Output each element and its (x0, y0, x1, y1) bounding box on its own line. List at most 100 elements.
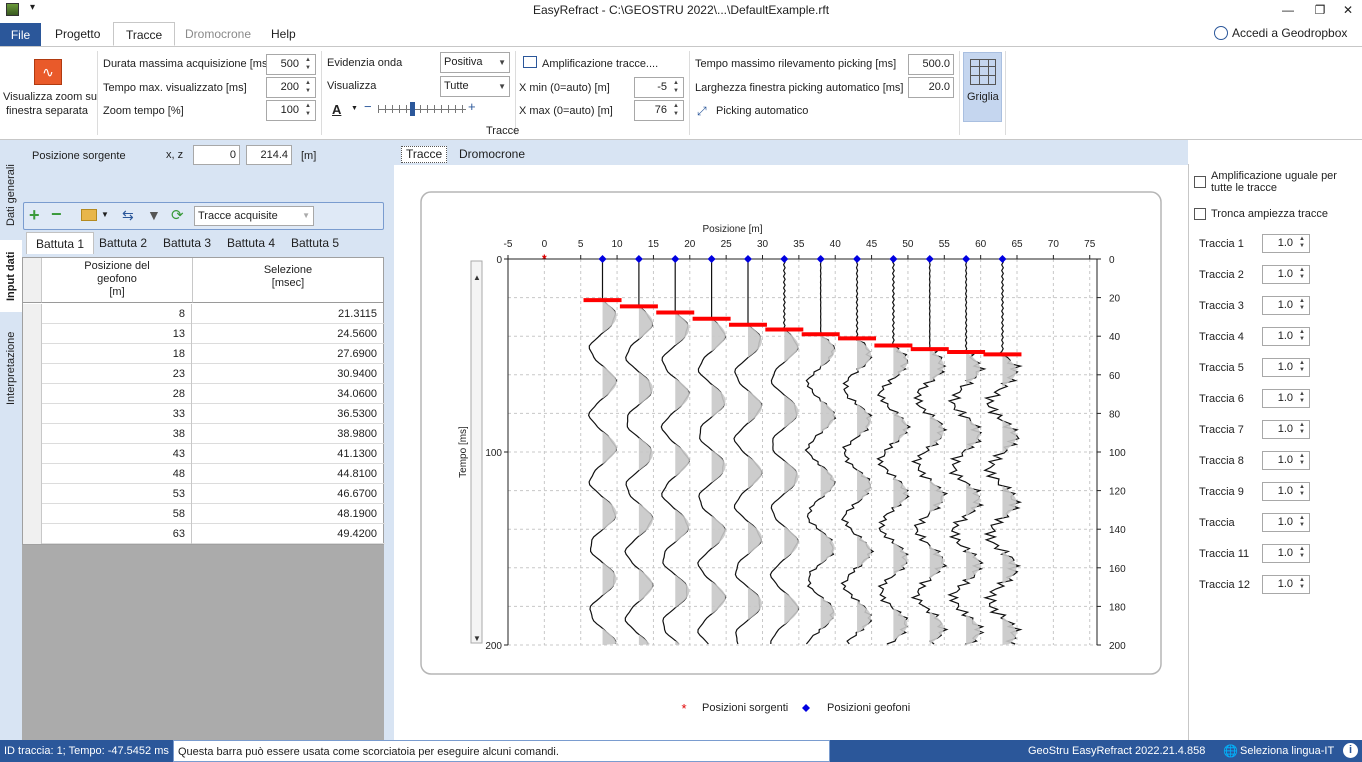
amplification-icon[interactable] (523, 56, 537, 68)
trace-amplification-input[interactable]: 1.0 ▲ ▼ (1262, 234, 1310, 253)
spin-arrows-icon[interactable]: ▲ ▼ (302, 102, 314, 119)
tab-tracce-plot[interactable]: Tracce (401, 146, 448, 163)
cell-selezione[interactable]: 38.9800 (193, 424, 383, 444)
tab-battuta-1[interactable]: Battuta 1 (26, 232, 95, 254)
row-header[interactable] (23, 404, 42, 424)
tab-battuta-4[interactable]: Battuta 4 (218, 232, 284, 254)
tab-battuta-5[interactable]: Battuta 5 (282, 232, 348, 254)
row-header[interactable] (23, 504, 42, 524)
cell-selezione[interactable]: 41.1300 (193, 444, 383, 464)
cell-selezione[interactable]: 24.5600 (193, 324, 383, 344)
tab-tracce[interactable]: Tracce (113, 22, 176, 46)
refresh-icon[interactable]: ⟳ (171, 206, 184, 224)
cell-posizione[interactable]: 58 (42, 504, 192, 524)
spin-arrows-icon[interactable]: ▲ ▼ (670, 102, 682, 119)
table-row[interactable]: 18 27.6900 (23, 344, 385, 364)
spin-arrows-icon[interactable]: ▲ ▼ (1296, 546, 1308, 561)
cell-posizione[interactable]: 33 (42, 404, 192, 424)
picking-icon[interactable]: ⤢ (697, 104, 707, 119)
vertical-scrollbar[interactable] (470, 260, 483, 644)
spin-arrows-icon[interactable]: ▲ ▼ (302, 79, 314, 96)
evidenzia-select[interactable]: Positiva ▼ (440, 52, 510, 73)
spin-arrows-icon[interactable]: ▲ ▼ (1296, 515, 1308, 530)
source-x-input[interactable]: 0 (193, 145, 240, 165)
row-header[interactable] (23, 384, 42, 404)
cell-posizione[interactable]: 48 (42, 464, 192, 484)
col-header-posizione[interactable]: Posizione del geofono [m] (42, 258, 193, 303)
col-header-selezione[interactable]: Selezione [msec] (193, 258, 383, 303)
scroll-up-icon[interactable]: ▲ (473, 273, 481, 282)
spin-arrows-icon[interactable]: ▲ ▼ (1296, 267, 1308, 282)
spin-arrows-icon[interactable]: ▲ ▼ (1296, 453, 1308, 468)
spin-arrows-icon[interactable]: ▲ ▼ (302, 56, 314, 73)
minimize-icon[interactable]: — (1270, 0, 1306, 20)
table-row[interactable]: 8 21.3115 (23, 304, 385, 324)
tab-input-dati[interactable]: Input dati (0, 240, 22, 312)
tab-interpretazione[interactable]: Interpretazione (0, 318, 22, 418)
trace-amplification-input[interactable]: 1.0 ▲ ▼ (1262, 265, 1310, 284)
tab-battuta-3[interactable]: Battuta 3 (154, 232, 220, 254)
close-icon[interactable]: ✕ (1330, 0, 1362, 20)
cell-selezione[interactable]: 36.5300 (193, 404, 383, 424)
cell-posizione[interactable]: 18 (42, 344, 192, 364)
cell-posizione[interactable]: 63 (42, 524, 192, 544)
cell-posizione[interactable]: 53 (42, 484, 192, 504)
folder-icon[interactable] (81, 209, 97, 221)
tempo-vis-input[interactable]: 200 ▲ ▼ (266, 77, 316, 98)
row-header[interactable] (23, 424, 42, 444)
cell-posizione[interactable]: 38 (42, 424, 192, 444)
info-icon[interactable]: i (1343, 743, 1358, 758)
trace-amplification-input[interactable]: 1.0 ▲ ▼ (1262, 327, 1310, 346)
cell-selezione[interactable]: 21.3115 (193, 304, 383, 324)
command-bar[interactable]: Questa barra può essere usata come scorc… (173, 740, 830, 762)
filter-icon[interactable]: ▼ (147, 207, 161, 223)
row-header[interactable] (23, 444, 42, 464)
cell-posizione[interactable]: 13 (42, 324, 192, 344)
cell-selezione[interactable]: 44.8100 (193, 464, 383, 484)
tab-battuta-2[interactable]: Battuta 2 (90, 232, 156, 254)
tab-dromocrone-plot[interactable]: Dromocrone (459, 147, 525, 161)
tab-dromocrone[interactable]: Dromocrone (173, 22, 263, 46)
tab-file[interactable]: File (0, 23, 41, 46)
cell-posizione[interactable]: 43 (42, 444, 192, 464)
spin-arrows-icon[interactable]: ▲ ▼ (1296, 391, 1308, 406)
language-select[interactable]: Seleziona lingua-IT (1240, 745, 1334, 757)
row-header[interactable] (23, 364, 42, 384)
add-icon[interactable]: + (29, 205, 40, 226)
remove-icon[interactable]: − (51, 204, 62, 225)
spin-arrows-icon[interactable]: ▲ ▼ (1296, 360, 1308, 375)
trace-amplification-input[interactable]: 1.0 ▲ ▼ (1262, 420, 1310, 439)
font-color-icon[interactable]: A (332, 102, 341, 117)
visualizza-select[interactable]: Tutte ▼ (440, 76, 510, 97)
tab-progetto[interactable]: Progetto (43, 22, 112, 46)
table-row[interactable]: 13 24.5600 (23, 324, 385, 344)
spin-arrows-icon[interactable]: ▲ ▼ (1296, 577, 1308, 592)
table-row[interactable]: 53 46.6700 (23, 484, 385, 504)
spin-arrows-icon[interactable]: ▲ ▼ (1296, 422, 1308, 437)
swap-icon[interactable]: ⇆ (122, 207, 134, 224)
row-header[interactable] (23, 464, 42, 484)
tronca-checkbox[interactable] (1194, 208, 1206, 220)
trace-amplification-input[interactable]: 1.0 ▲ ▼ (1262, 296, 1310, 315)
cell-selezione[interactable]: 49.4200 (193, 524, 383, 544)
spin-arrows-icon[interactable]: ▲ ▼ (670, 79, 682, 96)
spin-arrows-icon[interactable]: ▲ ▼ (1296, 329, 1308, 344)
login-link[interactable]: Accedi a Geodropbox (1214, 24, 1347, 42)
cell-posizione[interactable]: 8 (42, 304, 192, 324)
row-header[interactable] (23, 484, 42, 504)
tempo-pick-input[interactable]: 500.0 (908, 54, 954, 75)
trace-amplification-input[interactable]: 1.0 ▲ ▼ (1262, 389, 1310, 408)
cell-selezione[interactable]: 46.6700 (193, 484, 383, 504)
spin-arrows-icon[interactable]: ▲ ▼ (1296, 236, 1308, 251)
ampl-uguale-checkbox[interactable] (1194, 176, 1206, 188)
zoom-window-button[interactable]: ∿ Visualizza zoom su finestra separata (2, 55, 97, 117)
trace-amplification-input[interactable]: 1.0 ▲ ▼ (1262, 575, 1310, 594)
table-row[interactable]: 43 41.1300 (23, 444, 385, 464)
griglia-button[interactable]: Griglia (963, 52, 1002, 122)
row-header[interactable] (23, 304, 42, 324)
xmin-input[interactable]: -5 ▲ ▼ (634, 77, 684, 98)
trace-amplification-input[interactable]: 1.0 ▲ ▼ (1262, 513, 1310, 532)
cell-selezione[interactable]: 34.0600 (193, 384, 383, 404)
row-header[interactable] (23, 324, 42, 344)
table-row[interactable]: 58 48.1900 (23, 504, 385, 524)
